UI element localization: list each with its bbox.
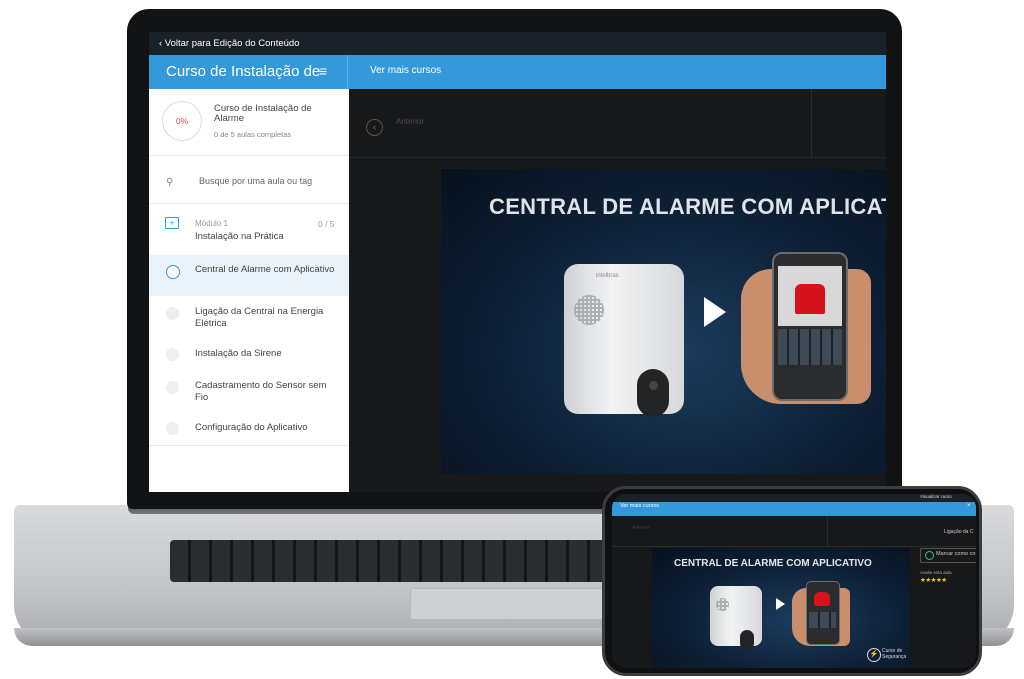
check-circle-icon (925, 551, 934, 560)
play-icon[interactable] (704, 297, 726, 327)
mobile-keypad-grid (716, 598, 729, 611)
course-header: Curso de Instalação de ≡ Ver mais cursos (149, 55, 886, 89)
lesson-status-icon (166, 381, 179, 394)
sidebar-course-title: Curso de Instalação de Alarme (214, 103, 312, 124)
ver-mais-cursos-link[interactable]: Ver mais cursos (370, 65, 441, 76)
mobile-lesson-nav: Anterior Ligação da C (612, 516, 976, 547)
module-label: Módulo 1 (195, 219, 228, 228)
lesson-status-icon (166, 265, 180, 279)
mobile-ver-mais-link[interactable]: Ver mais cursos (620, 503, 659, 509)
mobile-logo-text: Curso de Segurança (882, 648, 907, 660)
mobile-video-player[interactable]: CENTRAL DE ALARME COM APLICATIVO ⚡ Curso… (652, 548, 910, 668)
lesson-item-configuracao-aplicativo[interactable]: Configuração do Aplicativo (149, 414, 349, 444)
lesson-item-instalacao-sirene[interactable]: Instalação da Sirene (149, 340, 349, 370)
phone-keypad-image (778, 329, 842, 365)
lesson-label: Configuração do Aplicativo (195, 422, 308, 433)
previous-lesson-link[interactable]: Anterior (396, 117, 424, 126)
lesson-item-ligacao-central[interactable]: Ligação da Central na Energia Elétrica (149, 298, 349, 338)
divider (149, 445, 349, 446)
mobile-alarm-panel-image (710, 586, 762, 646)
mobile-header (612, 502, 976, 516)
logo-icon: ⚡ (867, 648, 881, 662)
nav-divider (811, 89, 812, 157)
divider (149, 203, 349, 204)
menu-icon[interactable]: ≡ (319, 63, 327, 79)
close-icon[interactable]: × (967, 503, 971, 509)
mobile-video-title: CENTRAL DE ALARME COM APLICATIVO (674, 558, 872, 569)
mobile-next-lesson-link[interactable]: Ligação da C (944, 529, 973, 535)
lesson-label: Instalação da Sirene (195, 348, 282, 359)
progress-circle: 0% (162, 101, 202, 141)
mobile-topbar: Visualizar curso (612, 494, 976, 502)
lessons-completed: 0 de 5 aulas completas (214, 130, 292, 139)
mobile-visualizar-link[interactable]: Visualizar curso (920, 494, 952, 499)
course-title: Curso de Instalação de (166, 63, 321, 80)
siren-icon (795, 284, 825, 314)
lesson-label: Ligação da Central na Energia Elétrica (195, 306, 324, 329)
lesson-label: Central de Alarme com Aplicativo (195, 264, 335, 275)
mobile-screen: Visualizar curso Ver mais cursos × Anter… (612, 494, 976, 668)
lesson-nav: ‹ Anterior (349, 89, 886, 158)
laptop-screen: ‹ Voltar para Edição do Conteúdo Curso d… (149, 32, 886, 492)
lesson-search-input[interactable]: Busque por uma aula ou tag (199, 176, 312, 186)
mobile-play-icon[interactable] (776, 598, 785, 610)
mobile-sensor-image (740, 630, 754, 650)
module-name[interactable]: Instalação na Prática (195, 231, 284, 242)
folder-plus-icon: + (165, 217, 179, 229)
device-brand: intelbras (596, 273, 619, 279)
keypad-grid (574, 295, 604, 325)
mark-complete-label: Marcar como co (936, 551, 976, 557)
video-title: CENTRAL DE ALARME COM APLICATIVO (489, 194, 886, 219)
video-player[interactable]: CENTRAL DE ALARME COM APLICATIVO intelbr… (441, 169, 886, 474)
laptop-trackpad (410, 588, 612, 620)
mobile-previous-link[interactable]: Anterior (632, 525, 650, 531)
mobile-phone-keypad-image (809, 612, 836, 628)
lesson-status-icon (166, 348, 179, 361)
lesson-player-area: ‹ Anterior CENTRAL DE ALARME COM APLICAT… (349, 89, 886, 492)
sensor-lens (649, 381, 658, 390)
course-sidebar: 0% Curso de Instalação de Alarme 0 de 5 … (149, 89, 349, 492)
search-icon: ⚲ (166, 177, 174, 188)
chevron-left-icon[interactable]: ‹ (366, 119, 383, 136)
sensor-image (637, 369, 669, 417)
mobile-nav-divider (827, 516, 828, 546)
rate-lesson-label: Avalie esta aula (920, 570, 952, 575)
lesson-item-cadastramento-sensor[interactable]: Cadastramento do Sensor sem Fio (149, 372, 349, 412)
mobile-siren-icon (814, 592, 830, 606)
module-count: 0 / 5 (318, 219, 335, 229)
divider (149, 155, 349, 156)
back-link[interactable]: ‹ Voltar para Edição do Conteúdo (149, 32, 886, 55)
lesson-status-icon (166, 307, 179, 320)
lesson-item-central-alarme[interactable]: Central de Alarme com Aplicativo (149, 255, 349, 296)
lesson-label: Cadastramento do Sensor sem Fio (195, 380, 327, 403)
lesson-status-icon (166, 422, 179, 435)
mark-complete-button[interactable]: Marcar como co (920, 548, 976, 563)
rating-stars[interactable]: ★★★★★ (920, 576, 947, 584)
header-divider (347, 55, 348, 89)
